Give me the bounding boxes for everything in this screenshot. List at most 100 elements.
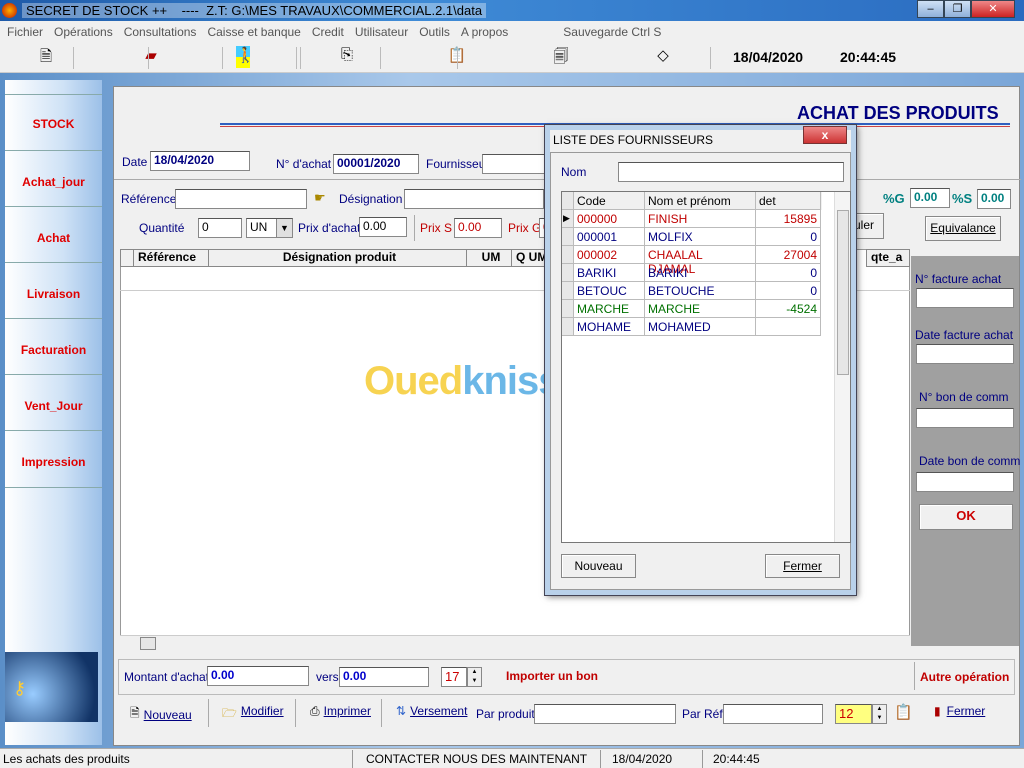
eraser-icon[interactable]: ◇ <box>652 46 674 68</box>
separator <box>710 47 711 69</box>
sidebar-item-livraison[interactable]: Livraison <box>5 262 102 318</box>
scroll-thumb[interactable] <box>837 210 849 375</box>
reference-field[interactable] <box>175 189 307 209</box>
dialog-body: Nom Code Nom et prénom det ▶ 000000 FINI… <box>550 152 851 590</box>
montant-field[interactable]: 0.00 <box>207 666 309 686</box>
sidebar-item-vent-jour[interactable]: Vent_Jour <box>5 374 102 430</box>
num-achat-field[interactable]: 00001/2020 <box>333 154 419 174</box>
supplier-row[interactable]: 000002 CHAALAL DJAMAL 27004 <box>562 246 822 276</box>
vers-field[interactable]: 0.00 <box>339 667 429 687</box>
dialog-close-button[interactable]: x <box>803 126 847 144</box>
par-ref-field[interactable] <box>723 704 823 724</box>
date-facture-field[interactable] <box>916 344 1014 364</box>
row-header <box>562 192 574 210</box>
bon-field[interactable] <box>916 408 1014 428</box>
par-ref-label: Par Réf <box>682 707 723 721</box>
supplier-row[interactable]: 000001 MOLFIX 0 <box>562 228 822 246</box>
prix-achat-field[interactable]: 0.00 <box>359 217 407 237</box>
modifier-button[interactable]: 🗁 Modifier <box>222 704 284 725</box>
col-qte-achat[interactable]: qte_a <box>866 249 910 267</box>
horizontal-scrollbar[interactable] <box>120 635 910 651</box>
report-icon[interactable]: 📋 <box>894 703 913 721</box>
exit-icon[interactable]: ⎘ <box>336 46 358 68</box>
pct-s-field[interactable]: 0.00 <box>977 189 1011 209</box>
supplier-row[interactable]: MARCHE MARCHE -4524 <box>562 300 822 318</box>
menu-consultations[interactable]: Consultations <box>124 25 197 42</box>
unit-select[interactable]: UN ▼ <box>246 218 293 238</box>
supplier-det: 0 <box>756 228 821 246</box>
toolbar: 🗎 ▰ 🚶 ⎘ 📋 🗐 ◇ 18/04/2020 20:44:45 <box>0 42 1024 73</box>
col-reference[interactable]: Référence <box>133 249 209 267</box>
fermer-button[interactable]: ▮ Fermer <box>934 704 985 718</box>
pct-g-field[interactable]: 0.00 <box>910 188 950 208</box>
sidebar-item-facturation[interactable]: Facturation <box>5 318 102 374</box>
supplier-name: FINISH <box>645 210 756 228</box>
spin2-field[interactable]: 12 <box>835 704 872 724</box>
dialog-fermer-button[interactable]: Fermer <box>765 554 840 578</box>
col-designation[interactable]: Désignation produit <box>208 249 467 267</box>
col-det[interactable]: det <box>756 192 821 210</box>
par-produit-field[interactable] <box>534 704 676 724</box>
prix-s-field[interactable]: 0.00 <box>454 218 502 238</box>
sidebar: STOCK Achat_jour Achat Livraison Factura… <box>5 80 102 745</box>
scroll-thumb[interactable] <box>140 637 156 650</box>
supplier-code: 000000 <box>574 210 645 228</box>
facture-field[interactable] <box>916 288 1014 308</box>
sidebar-item-achat-jour[interactable]: Achat_jour <box>5 150 102 206</box>
sidebar-item-stock[interactable]: STOCK <box>5 94 102 150</box>
date-field[interactable]: 18/04/2020 <box>150 151 250 171</box>
dialog-nouveau-button[interactable]: Nouveau <box>561 554 636 578</box>
menu-utilisateur[interactable]: Utilisateur <box>355 25 408 42</box>
col-nom[interactable]: Nom et prénom <box>645 192 756 210</box>
autre-operation-link[interactable]: Autre opération <box>920 670 1009 684</box>
importer-bon-link[interactable]: Importer un bon <box>506 669 598 683</box>
menu-fichier[interactable]: Fichier <box>7 25 43 42</box>
copy-icon[interactable]: 🗐 <box>550 46 572 68</box>
supplier-det: -4524 <box>756 300 821 318</box>
supplier-det: 0 <box>756 282 821 300</box>
suppliers-table[interactable]: Code Nom et prénom det ▶ 000000 FINISH 1… <box>561 191 851 543</box>
menu-apropos[interactable]: A propos <box>461 25 508 42</box>
spin1-stepper[interactable]: ▲ ▼ <box>467 667 482 687</box>
nom-search-input[interactable] <box>618 162 844 182</box>
supplier-code: MOHAME <box>574 318 645 336</box>
equivalance-button[interactable]: Equivalance <box>925 216 1001 241</box>
supplier-row[interactable]: ▶ 000000 FINISH 15895 <box>562 210 822 228</box>
sidebar-item-impression[interactable]: Impression <box>5 430 102 488</box>
menu-outils[interactable]: Outils <box>419 25 450 42</box>
supplier-code: 000002 <box>574 246 645 264</box>
nouveau-button[interactable]: 🗎 Nouveau <box>130 704 192 725</box>
supplier-name: MOHAMED <box>645 318 756 336</box>
menu-caisse[interactable]: Caisse et banque <box>207 25 300 42</box>
supplier-row[interactable]: BARIKI BARIKI 0 <box>562 264 822 282</box>
num-achat-label: N° d'achat <box>276 157 332 171</box>
supplier-row[interactable]: BETOUC BETOUCHE 0 <box>562 282 822 300</box>
date-bon-field[interactable] <box>916 472 1014 492</box>
supplier-row[interactable]: MOHAME MOHAMED <box>562 318 822 336</box>
close-button[interactable]: ✕ <box>971 0 1015 18</box>
document-icon[interactable]: 🗎 <box>35 46 57 68</box>
versement-button[interactable]: ⇅ Versement <box>396 704 467 718</box>
imprimer-button[interactable]: ⎙ Imprimer <box>310 704 371 719</box>
maximize-button[interactable]: ❐ <box>944 0 971 18</box>
fournisseur-field[interactable] <box>482 154 552 174</box>
minimize-button[interactable]: – <box>917 0 944 18</box>
designation-field[interactable] <box>404 189 544 209</box>
col-um[interactable]: UM <box>466 249 512 267</box>
quantite-field[interactable]: 0 <box>198 218 242 238</box>
menu-operations[interactable]: Opérations <box>54 25 113 42</box>
chevron-down-icon[interactable]: ▼ <box>276 219 292 237</box>
spin2-stepper[interactable]: ▲ ▼ <box>872 704 887 724</box>
menu-sauvegarde[interactable]: Sauvegarde Ctrl S <box>563 25 661 42</box>
spin1-field[interactable]: 17 <box>441 667 467 687</box>
pointing-hand-icon[interactable]: ☛ <box>314 190 326 206</box>
walking-man-icon[interactable]: 🚶 <box>236 46 255 68</box>
ok-button[interactable]: OK <box>919 504 1013 530</box>
cash-register-icon[interactable]: ▰ <box>140 46 162 68</box>
sidebar-item-achat[interactable]: Achat <box>5 206 102 262</box>
vertical-scrollbar[interactable] <box>834 192 850 542</box>
prix-s-label: Prix S <box>420 221 453 235</box>
row-header <box>562 264 574 282</box>
col-code[interactable]: Code <box>574 192 645 210</box>
menu-credit[interactable]: Credit <box>312 25 344 42</box>
